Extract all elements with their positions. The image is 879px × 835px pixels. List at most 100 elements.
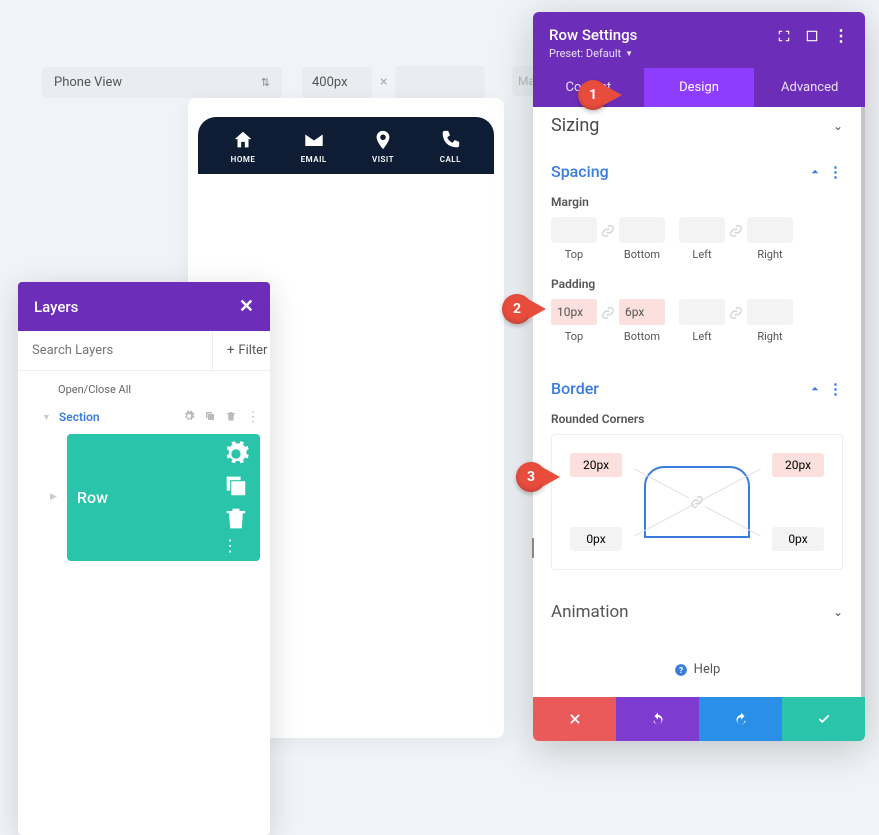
- link-icon[interactable]: [601, 305, 615, 319]
- tab-advanced[interactable]: Advanced: [754, 68, 865, 107]
- link-icon[interactable]: [601, 223, 615, 237]
- chevron-updown-icon: ⇅: [261, 76, 270, 89]
- settings-body[interactable]: Sizing ⌄ Spacing ⋮ Margin Top: [533, 107, 865, 697]
- annotation-3: 3: [516, 462, 560, 492]
- radius-top-left-input[interactable]: [570, 453, 622, 477]
- margin-right-input[interactable]: [747, 217, 793, 243]
- padding-right-input[interactable]: [747, 299, 793, 325]
- nav-item-home[interactable]: HOME: [231, 129, 256, 164]
- link-icon[interactable]: [729, 305, 743, 319]
- collapse-up-icon[interactable]: [810, 384, 820, 394]
- map-pin-icon: [372, 129, 394, 151]
- layers-title: Layers: [34, 298, 78, 316]
- layer-row-active[interactable]: Row ⋮: [67, 434, 260, 561]
- open-close-all[interactable]: Open/Close All: [18, 371, 270, 404]
- annotation-1: 1: [578, 80, 622, 110]
- help-icon: ?: [674, 663, 688, 677]
- save-button[interactable]: [782, 697, 865, 741]
- search-input[interactable]: [18, 331, 212, 370]
- undo-icon: [651, 712, 665, 726]
- margin-bottom-input[interactable]: [619, 217, 665, 243]
- top-label: Top: [551, 248, 597, 261]
- nav-item-call[interactable]: CALL: [439, 129, 461, 164]
- focus-icon[interactable]: [777, 29, 791, 43]
- layers-search-bar: + Filter: [18, 331, 270, 371]
- link-icon[interactable]: [729, 223, 743, 237]
- mobile-nav-row[interactable]: HOME EMAIL VISIT CALL: [198, 117, 494, 174]
- gear-icon[interactable]: [222, 440, 250, 468]
- height-input[interactable]: [395, 66, 485, 98]
- radius-bottom-right-input[interactable]: [772, 527, 824, 551]
- left-label: Left: [679, 330, 725, 343]
- sizing-section-collapsed[interactable]: Sizing ⌄: [533, 107, 861, 148]
- more-icon[interactable]: ⋮: [222, 536, 238, 555]
- margin-left-input[interactable]: [679, 217, 725, 243]
- nav-item-email[interactable]: EMAIL: [301, 129, 327, 164]
- more-icon[interactable]: ⋮: [833, 26, 849, 45]
- padding-top-input[interactable]: [551, 299, 597, 325]
- right-label: Right: [747, 330, 793, 343]
- layers-empty-space: [18, 565, 270, 835]
- nav-label: HOME: [231, 155, 256, 164]
- rounded-corners-control: [551, 434, 843, 570]
- spacing-section: Spacing ⋮ Margin TopBottom: [533, 148, 861, 365]
- section-label: Animation: [551, 602, 629, 622]
- phone-icon: [439, 129, 461, 151]
- undo-button[interactable]: [616, 697, 699, 741]
- padding-left-input[interactable]: [679, 299, 725, 325]
- close-icon[interactable]: ✕: [239, 296, 254, 317]
- width-input[interactable]: 400px: [302, 67, 372, 98]
- snap-icon[interactable]: [805, 29, 819, 43]
- layer-section[interactable]: ▼ Section ⋮: [18, 404, 270, 430]
- layers-header: Layers ✕: [18, 282, 270, 331]
- radius-bottom-left-input[interactable]: [570, 527, 622, 551]
- trash-icon[interactable]: [225, 410, 237, 422]
- text-cursor: [532, 538, 534, 558]
- filter-label: Filter: [238, 343, 267, 358]
- settings-header: Row Settings Preset: Default ▼ ⋮: [533, 12, 865, 68]
- width-group: 400px ×: [302, 66, 485, 98]
- filter-button[interactable]: + Filter: [212, 331, 281, 370]
- nav-label: VISIT: [372, 155, 394, 164]
- redo-button[interactable]: [699, 697, 782, 741]
- caret-right-icon: ▶: [50, 492, 57, 502]
- annotation-2: 2: [502, 294, 546, 324]
- more-icon[interactable]: ⋮: [828, 380, 843, 398]
- section-title: Border: [551, 379, 599, 398]
- tab-design[interactable]: Design: [644, 68, 755, 107]
- trash-icon[interactable]: [222, 504, 250, 532]
- svg-text:?: ?: [679, 664, 683, 674]
- more-icon[interactable]: ⋮: [828, 163, 843, 181]
- preset-label: Preset: Default: [549, 47, 621, 60]
- plus-icon: +: [227, 343, 234, 358]
- view-selector-label: Phone View: [54, 75, 122, 90]
- gear-icon[interactable]: [183, 410, 195, 422]
- help-link[interactable]: ? Help: [533, 638, 861, 697]
- row-settings-panel: Row Settings Preset: Default ▼ ⋮ Content…: [533, 12, 865, 741]
- view-selector[interactable]: Phone View ⇅: [42, 67, 282, 98]
- padding-label: Padding: [551, 277, 843, 291]
- settings-title: Row Settings: [549, 26, 637, 44]
- preset-selector[interactable]: Preset: Default ▼: [549, 47, 637, 60]
- nav-item-visit[interactable]: VISIT: [372, 129, 394, 164]
- more-icon[interactable]: ⋮: [246, 410, 260, 424]
- top-label: Top: [551, 330, 597, 343]
- margin-top-input[interactable]: [551, 217, 597, 243]
- cancel-button[interactable]: [533, 697, 616, 741]
- radius-top-right-input[interactable]: [772, 453, 824, 477]
- home-icon: [232, 129, 254, 151]
- collapse-up-icon[interactable]: [810, 167, 820, 177]
- tab-label: Advanced: [781, 80, 838, 95]
- padding-bottom-input[interactable]: [619, 299, 665, 325]
- section-title: Spacing: [551, 162, 609, 181]
- radius-preview-shape: [644, 466, 750, 538]
- animation-section-collapsed[interactable]: Animation ⌄: [533, 586, 861, 638]
- link-icon[interactable]: [688, 493, 706, 511]
- layer-actions: ⋮: [222, 440, 250, 555]
- section-label: Sizing: [551, 115, 599, 136]
- duplicate-icon[interactable]: [222, 472, 250, 500]
- caret-down-icon: ▼: [625, 49, 633, 58]
- duplicate-icon[interactable]: [204, 410, 216, 422]
- settings-footer: [533, 697, 865, 741]
- bottom-label: Bottom: [619, 330, 665, 343]
